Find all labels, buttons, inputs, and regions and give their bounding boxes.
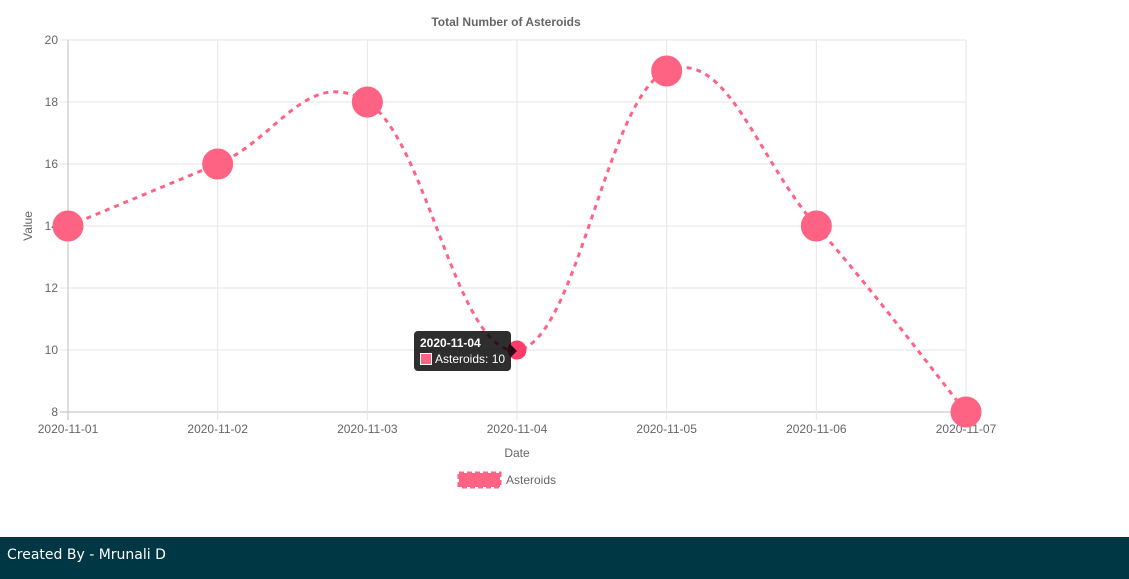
data-point — [351, 86, 383, 118]
y-tick-label: 12 — [45, 281, 59, 295]
x-axis-ticks: 2020-11-01 2020-11-02 2020-11-03 2020-11-04… — [38, 422, 997, 436]
data-point — [651, 55, 683, 87]
data-point — [950, 396, 982, 428]
x-tick-label: 2020-11-05 — [636, 422, 697, 436]
tooltip-title: 2020-11-04 — [420, 336, 481, 350]
y-axis-label: Value — [21, 211, 35, 241]
chart-title: Total Number of Asteroids — [431, 15, 581, 29]
data-point — [52, 210, 84, 242]
tooltip-color-swatch — [420, 353, 432, 365]
x-tick-label: 2020-11-01 — [38, 422, 99, 436]
x-tick-label: 2020-11-02 — [187, 422, 248, 436]
y-tick-label: 18 — [45, 95, 59, 109]
y-tick-label: 16 — [45, 157, 59, 171]
y-tick-label: 10 — [45, 343, 59, 357]
y-tick-label: 8 — [51, 405, 58, 419]
x-tick-label: 2020-11-03 — [337, 422, 398, 436]
tooltip-caret — [511, 345, 518, 357]
x-tick-label: 2020-11-06 — [786, 422, 847, 436]
tooltip-row: Asteroids: 10 — [420, 351, 505, 367]
tooltip-label: Asteroids: 10 — [435, 352, 506, 366]
chart-tooltip: 2020-11-04 Asteroids: 10 — [414, 331, 518, 371]
chart-area: Total Number of Asteroids 8 10 12 14 16 18 20 … — [0, 0, 1129, 537]
footer: Created By - Mrunali D — [0, 537, 1129, 579]
legend-label: Asteroids — [506, 473, 556, 487]
x-tick-label: 2020-11-04 — [487, 422, 548, 436]
footer-credit: Created By - Mrunali D — [7, 547, 166, 563]
legend[interactable]: Asteroids — [457, 471, 556, 489]
data-point — [202, 148, 234, 180]
data-point — [800, 210, 832, 242]
line-chart: Total Number of Asteroids 8101214161820 … — [21, 15, 997, 489]
y-tick-label: 20 — [45, 33, 59, 47]
legend-swatch — [457, 471, 502, 489]
x-axis-label: Date — [504, 446, 530, 460]
